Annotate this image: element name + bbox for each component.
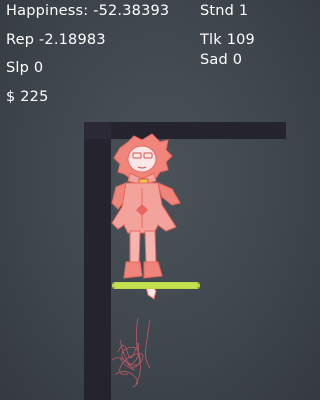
character-left-shoe: [123, 261, 143, 279]
game-scene: [111, 133, 181, 388]
health-bar: [112, 282, 200, 289]
character-right-leg: [144, 230, 157, 266]
health-bar-fill: [113, 283, 199, 288]
character-right-shoe: [143, 261, 163, 279]
character-left-leg: [129, 230, 141, 266]
scribble-marks: [111, 317, 151, 388]
player-character[interactable]: [111, 133, 181, 300]
